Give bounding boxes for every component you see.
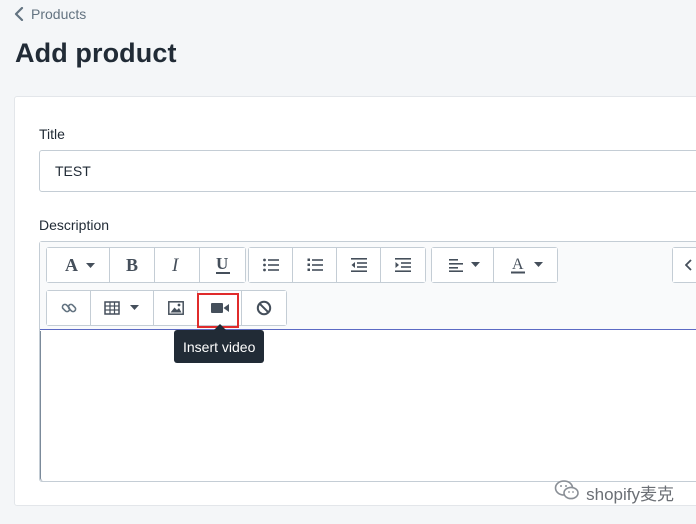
list-indent-group: [248, 247, 426, 283]
outdent-button[interactable]: [337, 248, 381, 282]
numbered-list-button[interactable]: [293, 248, 337, 282]
align-left-icon: [443, 258, 483, 272]
svg-text:B: B: [126, 256, 138, 274]
indent-icon: [395, 258, 411, 272]
font-style-button[interactable]: A: [47, 248, 110, 282]
chevron-left-icon: [14, 7, 24, 21]
insert-group: [46, 290, 287, 326]
outdent-icon: [350, 258, 367, 272]
svg-text:U: U: [216, 255, 228, 273]
align-color-group: A: [431, 247, 558, 283]
insert-table-button[interactable]: [91, 291, 154, 325]
description-editor: A B I U A: [39, 241, 696, 482]
text-color-icon: A: [506, 255, 546, 275]
insert-video-button[interactable]: [198, 291, 242, 325]
italic-icon: I: [168, 256, 186, 274]
breadcrumb[interactable]: Products: [14, 4, 86, 24]
text-color-button[interactable]: A: [494, 248, 557, 282]
show-html-button[interactable]: [673, 248, 696, 282]
page-title: Add product: [15, 38, 177, 68]
insert-image-button[interactable]: [154, 291, 198, 325]
title-label: Title: [39, 126, 65, 142]
align-button[interactable]: [432, 248, 494, 282]
watermark: shopify麦克: [554, 479, 674, 506]
add-product-page: Products Add product Title Description A: [0, 0, 696, 524]
html-group: [672, 247, 696, 283]
svg-text:A: A: [65, 256, 78, 274]
title-input[interactable]: [39, 150, 696, 192]
bold-icon: B: [123, 256, 141, 274]
bold-button[interactable]: B: [110, 248, 155, 282]
bulleted-list-button[interactable]: [249, 248, 293, 282]
svg-text:I: I: [171, 256, 180, 274]
numbered-list-icon: [307, 258, 323, 272]
font-a-icon: A: [58, 256, 98, 274]
code-icon: [685, 258, 696, 272]
video-camera-icon: [210, 302, 229, 314]
watermark-text: shopify麦克: [586, 484, 674, 504]
bullet-list-icon: [262, 258, 279, 272]
insert-video-tooltip: Insert video: [174, 324, 265, 363]
italic-button[interactable]: I: [155, 248, 200, 282]
image-icon: [167, 301, 184, 315]
indent-button[interactable]: [381, 248, 425, 282]
svg-text:A: A: [512, 256, 524, 273]
underline-button[interactable]: U: [200, 248, 245, 282]
text-format-group: A B I U: [46, 247, 246, 283]
table-icon: [102, 301, 142, 315]
tooltip-text: Insert video: [183, 338, 256, 355]
link-icon: [61, 300, 77, 316]
underline-icon: U: [214, 255, 232, 275]
prohibit-icon: [256, 300, 272, 316]
description-text-area[interactable]: [40, 331, 696, 481]
editor-toolbar: A B I U A: [40, 242, 696, 330]
insert-link-button[interactable]: [47, 291, 91, 325]
clear-formatting-button[interactable]: [242, 291, 286, 325]
description-label: Description: [39, 217, 110, 233]
breadcrumb-products-link[interactable]: Products: [31, 6, 86, 22]
wechat-icon: [554, 479, 580, 506]
